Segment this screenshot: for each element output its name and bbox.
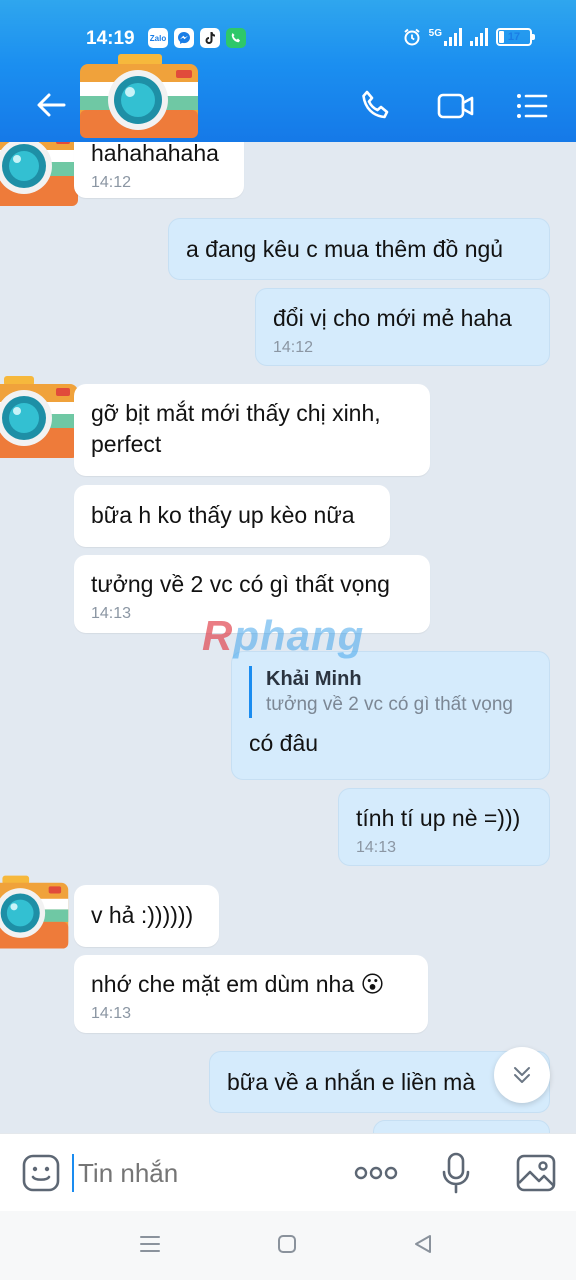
alarm-icon <box>404 28 420 46</box>
message-bubble-outgoing[interactable]: tính tí up nè =))) 14:13 <box>338 788 550 866</box>
image-icon[interactable] <box>516 1154 556 1192</box>
status-time: 14:19 <box>86 28 135 49</box>
message-time: 14:12 <box>91 174 132 191</box>
message-bubble-outgoing[interactable] <box>373 1120 550 1133</box>
status-right: 5G 17 <box>403 27 535 46</box>
battery-text: 17 <box>507 31 521 43</box>
message-time: 14:13 <box>91 1005 132 1022</box>
message-text: hahahahaha <box>91 142 219 166</box>
message-text: a đang kêu c mua thêm đồ ngủ <box>186 236 504 262</box>
back-arrow-icon[interactable] <box>34 88 68 122</box>
sticker-icon[interactable] <box>22 1154 60 1192</box>
recent-apps-icon[interactable] <box>138 1233 162 1255</box>
message-bubble-incoming[interactable]: nhớ che mặt em dùm nha 😮 14:13 <box>74 955 428 1033</box>
chevron-double-down-icon <box>514 1067 530 1083</box>
message-bubble-reply[interactable]: Khải Minh tưởng về 2 vc có gì thất vọng … <box>231 651 550 780</box>
video-call-icon[interactable] <box>436 88 476 124</box>
menu-list-icon[interactable] <box>514 88 550 124</box>
messenger-icon <box>174 28 194 48</box>
network-type: 5G <box>428 27 442 39</box>
home-icon[interactable] <box>276 1233 298 1255</box>
message-text: bữa h ko thấy up kèo nữa <box>91 502 355 528</box>
sender-avatar[interactable] <box>0 870 70 956</box>
message-text: tưởng về 2 vc có gì thất vọng <box>91 571 390 597</box>
quoted-message[interactable]: Khải Minh tưởng về 2 vc có gì thất vọng <box>249 666 532 718</box>
message-input[interactable] <box>72 1152 312 1194</box>
message-time: 14:13 <box>356 839 397 856</box>
quoted-sender: Khải Minh <box>266 668 362 690</box>
message-text: gỡ bịt mắt mới thấy chị xinh, perfect <box>91 400 381 457</box>
message-bubble-incoming[interactable]: hahahahaha 14:12 <box>74 142 244 198</box>
more-options-icon[interactable] <box>354 1164 398 1182</box>
message-bubble-outgoing[interactable]: a đang kêu c mua thêm đồ ngủ <box>168 218 550 280</box>
battery-icon: 17 <box>496 28 535 46</box>
message-time: 14:12 <box>273 339 314 356</box>
watermark: Rphang <box>202 612 365 659</box>
message-text: bữa về a nhắn e liền mà <box>227 1069 476 1095</box>
signal-1-icon <box>444 28 462 46</box>
tiktok-icon <box>200 28 220 48</box>
message-bubble-incoming[interactable]: v hả :)))))) <box>74 885 219 947</box>
microphone-icon[interactable] <box>442 1152 470 1194</box>
contact-avatar[interactable] <box>78 52 200 140</box>
phone-icon <box>226 28 246 48</box>
zalo-icon: Zalo <box>148 28 168 48</box>
sender-avatar[interactable] <box>0 374 80 462</box>
message-bubble-incoming[interactable]: bữa h ko thấy up kèo nữa <box>74 485 390 547</box>
back-icon[interactable] <box>412 1233 434 1255</box>
message-bubble-outgoing[interactable]: đổi vị cho mới mẻ haha 14:12 <box>255 288 550 366</box>
message-text: v hả :)))))) <box>91 902 194 928</box>
sender-avatar[interactable] <box>0 142 80 210</box>
scroll-to-bottom-button[interactable] <box>494 1047 550 1103</box>
message-composer <box>0 1133 576 1211</box>
system-nav-bar <box>0 1211 576 1280</box>
notification-icons: Zalo <box>148 28 246 48</box>
signal-2-icon <box>470 28 488 46</box>
message-text: nhớ che mặt em dùm nha 😮 <box>91 971 385 997</box>
message-text: đổi vị cho mới mẻ haha <box>273 305 512 331</box>
message-bubble-incoming[interactable]: gỡ bịt mắt mới thấy chị xinh, perfect <box>74 384 430 476</box>
message-text: tính tí up nè =))) <box>356 805 521 831</box>
phone-call-icon[interactable] <box>358 88 394 124</box>
quoted-text: tưởng về 2 vc có gì thất vọng <box>266 694 513 715</box>
message-text: có đâu <box>249 730 319 756</box>
